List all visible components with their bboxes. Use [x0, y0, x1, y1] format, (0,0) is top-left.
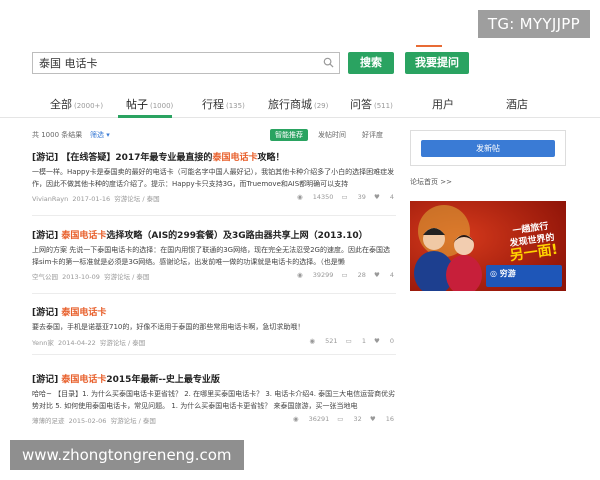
like-icon: ♥ [373, 193, 380, 201]
tab-all[interactable]: 全部 (2000+) [50, 96, 103, 112]
watermark-bottom: www.zhongtongreneng.com [10, 440, 244, 470]
post-title[interactable]: [游记] 【在线答疑】2017年最专业最直接的泰国电话卡攻略！ [32, 150, 396, 163]
post-item[interactable]: [游记] 【在线答疑】2017年最专业最直接的泰国电话卡攻略！ 一模一样。Hap… [32, 150, 396, 216]
ad-slogan: 一趟旅行 发现世界的 另一面! [508, 221, 559, 265]
like-icon: ♥ [373, 271, 380, 279]
tab-hotels[interactable]: 酒店 [506, 96, 528, 112]
reply-icon: ▭ [345, 336, 352, 345]
qyer-logo-icon: ◎ [490, 269, 497, 278]
filter-bar: 共 1000 条结果 筛选 ▾ 智能推荐 发帖时间 好评度 [32, 129, 388, 142]
ad-banner[interactable]: 一趟旅行 发现世界的 另一面! ◎ 穷游 [410, 201, 566, 291]
post-meta: VivianRayn 2017-01-16 穷游论坛 / 泰国 ◉ 14350 ▭… [32, 193, 394, 203]
views-icon: ◉ [297, 271, 303, 279]
post-excerpt: 要去泰国，手机是诺基亚710的，好像不适用于泰国的那些常用电话卡啊，急切求助哦！ [32, 323, 305, 331]
sort-rating-button[interactable]: 好评度 [362, 130, 383, 140]
like-icon: ♥ [369, 415, 376, 423]
post-title[interactable]: [游记] 泰国电话卡 [32, 305, 396, 318]
tab-travel-mall[interactable]: 旅行商城 (29) [268, 96, 328, 112]
new-post-button[interactable]: 发新帖 [421, 140, 555, 157]
views-icon: ◉ [309, 336, 316, 345]
post-title[interactable]: [游记] 泰国电话卡选择攻略（AIS的299套餐）及3G路由器共享上网（2013… [32, 228, 396, 241]
views-icon: ◉ [297, 193, 303, 201]
sort-smart-button[interactable]: 智能推荐 [270, 129, 308, 141]
new-post-panel: 发新帖 [410, 130, 566, 166]
tab-posts[interactable]: 帖子 (1000) [126, 96, 173, 112]
like-icon: ♥ [373, 336, 380, 345]
post-title[interactable]: [游记] 泰国电话卡2015年最新--史上最专业版 [32, 372, 396, 385]
tab-users[interactable]: 用户 [432, 96, 454, 112]
post-item[interactable]: [游记] 泰国电话卡 要去泰国，手机是诺基亚710的，好像不适用于泰国的那些常用… [32, 305, 396, 355]
tab-qa[interactable]: 问答 (511) [350, 96, 393, 112]
reply-icon: ▭ [341, 271, 348, 279]
post-meta: Yenn家 2014-04-22 穷游论坛 / 泰国 ◉ 521 ▭ 1 ♥ 0 [32, 336, 394, 347]
ask-question-button[interactable]: 我要提问 [405, 52, 469, 74]
post-excerpt: 哈哈~ 【目录】1. 为什么买泰国电话卡更省钱？ 2. 在哪里买泰国电话卡？ 3… [32, 390, 396, 410]
post-excerpt: 一模一样。Happy卡是泰国卖的最好的电话卡（可能名字中国人最好记），我铂其他卡… [32, 168, 395, 188]
search-button[interactable]: 搜索 [348, 52, 394, 74]
post-item[interactable]: [游记] 泰国电话卡选择攻略（AIS的299套餐）及3G路由器共享上网（2013… [32, 228, 396, 294]
ad-brand: ◎ 穷游 [490, 269, 516, 278]
post-excerpt: 上网的方案 先说一下泰国电话卡的选择：在国内用惯了联通的3G网络，现在完全无法忍… [32, 246, 390, 266]
search-box[interactable] [32, 52, 340, 74]
search-icon[interactable] [323, 57, 334, 68]
sort-time-button[interactable]: 发帖时间 [318, 130, 346, 140]
ask-accent-line [416, 45, 442, 47]
result-count: 共 1000 条结果 [32, 131, 83, 139]
search-input[interactable] [33, 53, 303, 73]
reply-icon: ▭ [341, 193, 348, 201]
reply-icon: ▭ [337, 415, 344, 423]
forum-home-link[interactable]: 论坛首页 >> [410, 177, 452, 187]
post-meta: 薄薄的足迹 2015-02-06 穷游论坛 / 泰国 ◉ 36291 ▭ 32 ♥ … [32, 415, 394, 425]
watermark-top: TG: MYYJJPP [477, 10, 590, 38]
post-meta: 空气公园 2013-10-09 穷游论坛 / 泰国 ◉ 39299 ▭ 28 ♥ 4 [32, 271, 394, 281]
post-item[interactable]: [游记] 泰国电话卡2015年最新--史上最专业版 哈哈~ 【目录】1. 为什么… [32, 372, 396, 432]
active-tab-indicator [118, 115, 172, 118]
result-tabs: 全部 (2000+) 帖子 (1000) 行程 (135) 旅行商城 (29) 问答 (5… [0, 92, 600, 118]
tab-itinerary[interactable]: 行程 (135) [202, 96, 245, 112]
views-icon: ◉ [292, 415, 299, 423]
filter-dropdown[interactable]: 筛选 ▾ [90, 130, 110, 140]
